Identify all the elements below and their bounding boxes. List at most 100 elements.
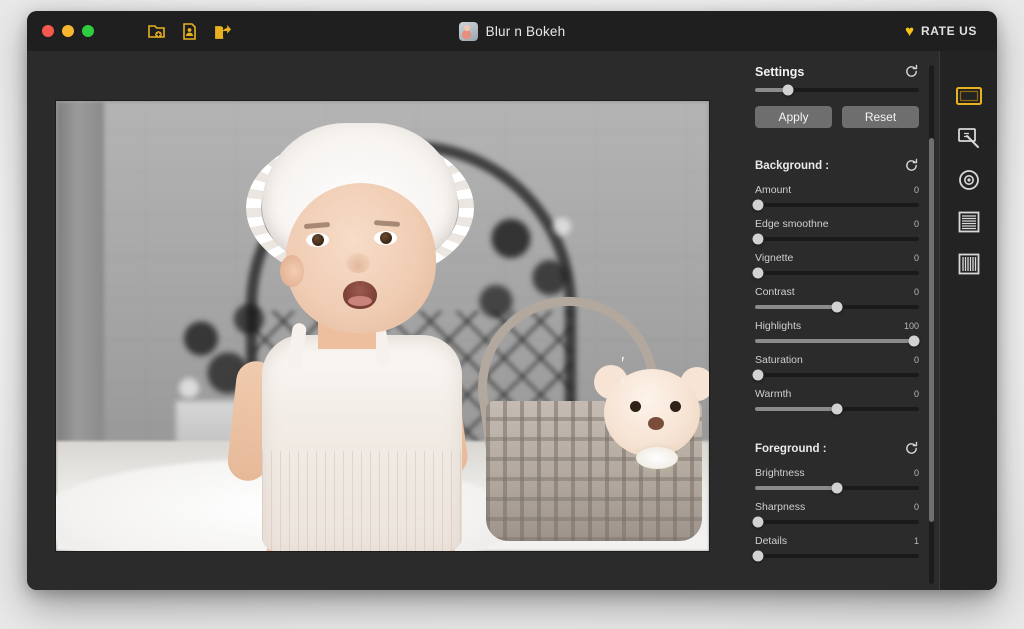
teddy-sprig [621, 357, 692, 383]
slider-contrast[interactable]: Contrast 0 [755, 286, 919, 313]
slider-value: 0 [913, 185, 919, 195]
teddy-eye-right [669, 401, 681, 412]
window-body: Settings Apply Reset Background: Amount… [27, 51, 997, 590]
settings-panel-content: Settings Apply Reset Background: Amount… [737, 64, 939, 562]
panel-scrollbar[interactable] [929, 65, 934, 584]
baby-mouth [342, 281, 377, 309]
slider-knob[interactable] [831, 403, 843, 415]
zoom-button[interactable] [82, 25, 94, 37]
tool-rail [939, 51, 997, 590]
freehand-blur-tool[interactable] [955, 127, 983, 149]
teddy-eye-left [629, 401, 641, 412]
slider-knob[interactable] [752, 233, 764, 245]
open-image-icon[interactable] [146, 21, 166, 41]
background-group-title: Background : [755, 159, 830, 172]
baby-eye-left [305, 233, 329, 247]
app-title: Blur n Bokeh [485, 23, 566, 39]
slider-label: Details [755, 535, 788, 547]
slider-label: Contrast [755, 286, 795, 298]
baby-brow-left [303, 221, 330, 230]
close-button[interactable] [42, 25, 54, 37]
panel-scrollbar-thumb[interactable] [929, 137, 934, 522]
settings-master-slider[interactable] [755, 84, 919, 96]
baby-ear [279, 255, 304, 287]
canvas-area[interactable] [27, 51, 737, 590]
foreground-refresh-icon[interactable] [904, 441, 919, 456]
slider-knob[interactable] [752, 199, 764, 211]
slider-vignette[interactable]: Vignette 0 [752, 252, 919, 279]
baby-nose [345, 253, 370, 273]
slider-warmth[interactable]: Warmth 0 [755, 388, 919, 415]
slider-highlights[interactable]: Highlights 100 [755, 320, 920, 347]
slider-label: Saturation [755, 354, 803, 366]
save-document-icon[interactable] [179, 21, 199, 41]
radial-blur-tool[interactable] [955, 169, 983, 191]
slider-amount[interactable]: Amount 0 [752, 184, 919, 211]
slider-edge-smoothness[interactable]: Edge smoothne 0 [752, 218, 919, 245]
settings-title: Settings [755, 64, 805, 79]
background-group-header: Background : [755, 158, 919, 173]
slider-value: 0 [913, 287, 919, 297]
slider-value: 0 [913, 502, 919, 512]
reset-button[interactable]: Reset [842, 106, 919, 128]
slider-saturation[interactable]: Saturation 0 [752, 354, 919, 381]
teddy-nose [647, 417, 664, 430]
slider-knob[interactable] [782, 84, 794, 96]
slider-label: Vignette [755, 252, 794, 264]
slider-label: Highlights [755, 320, 802, 332]
toolbar-icons [146, 21, 232, 41]
rate-us-button[interactable]: ♥ RATE US [905, 24, 977, 39]
baby-eye-right [373, 231, 397, 245]
slider-label: Edge smoothne [755, 218, 829, 230]
slider-fill [755, 305, 837, 309]
slider-label: Warmth [755, 388, 792, 400]
minimize-button[interactable] [62, 25, 74, 37]
slider-value: 0 [913, 253, 919, 263]
slider-value: 100 [903, 321, 919, 331]
slider-knob[interactable] [831, 482, 843, 494]
slider-value: 0 [913, 219, 919, 229]
slider-value: 0 [913, 468, 919, 478]
settings-refresh-icon[interactable] [904, 64, 919, 79]
slider-fill [755, 339, 915, 343]
slider-value: 1 [913, 536, 919, 546]
settings-header: Settings [755, 64, 919, 79]
photo-baby [224, 123, 524, 551]
rect-blur-tool[interactable] [955, 85, 983, 107]
apply-button[interactable]: Apply [755, 106, 832, 128]
baby-brow-right [373, 220, 400, 227]
background-refresh-icon[interactable] [904, 158, 919, 173]
slider-fill [755, 486, 837, 490]
slider-knob[interactable] [831, 301, 843, 313]
teddy-bow [635, 447, 678, 469]
slider-value: 0 [913, 355, 919, 365]
slider-knob[interactable] [752, 516, 764, 528]
foreground-group-header: Foreground : [755, 441, 919, 456]
slider-brightness[interactable]: Brightness 0 [755, 467, 919, 494]
slider-details[interactable]: Details 1 [752, 535, 919, 562]
slider-label: Brightness [755, 467, 805, 479]
slider-sharpness[interactable]: Sharpness 0 [752, 501, 919, 528]
slider-fill [755, 407, 837, 411]
slider-knob[interactable] [752, 267, 764, 279]
rate-us-label: RATE US [921, 24, 977, 38]
slider-knob[interactable] [752, 369, 764, 381]
photo-teddy-bear [593, 357, 709, 473]
heart-icon: ♥ [905, 22, 915, 40]
title-bar: Blur n Bokeh ♥ RATE US [27, 11, 997, 51]
slider-knob[interactable] [752, 550, 764, 562]
motion-blur-tool[interactable] [955, 253, 983, 275]
slider-label: Amount [755, 184, 792, 196]
linear-blur-tool[interactable] [955, 211, 983, 233]
app-icon [458, 21, 478, 41]
slider-value: 0 [913, 389, 919, 399]
traffic-lights [42, 25, 94, 37]
baby-face [279, 183, 436, 333]
share-export-icon[interactable] [212, 21, 232, 41]
app-window: Blur n Bokeh ♥ RATE US Settings Apply Re… [27, 11, 997, 590]
settings-panel: Settings Apply Reset Background: Amount… [737, 51, 939, 590]
slider-knob[interactable] [908, 335, 920, 347]
slider-label: Sharpness [755, 501, 806, 513]
foreground-group-title: Foreground : [755, 442, 827, 455]
photo-canvas[interactable] [55, 101, 709, 551]
